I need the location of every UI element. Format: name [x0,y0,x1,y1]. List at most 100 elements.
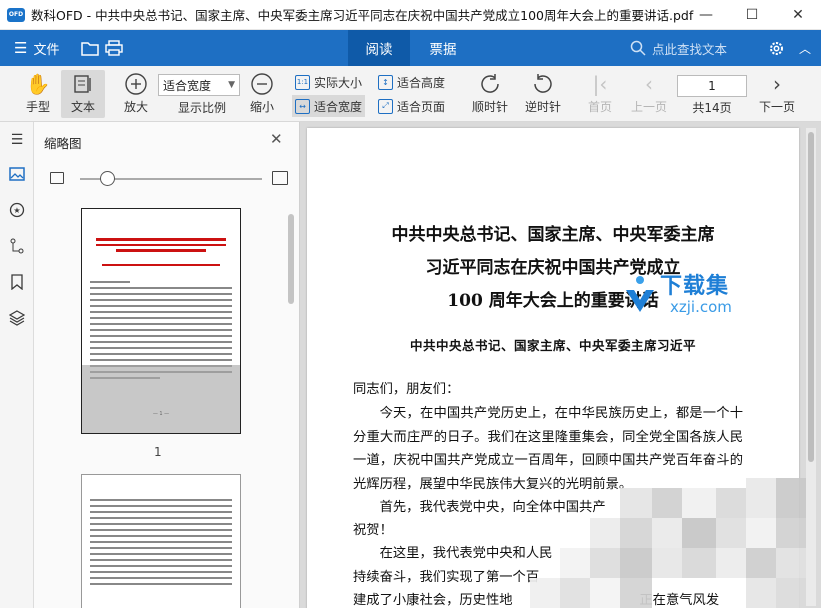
search-icon [630,40,646,56]
fit-height-button[interactable]: ↕ 适合高度 [375,71,448,93]
close-icon[interactable]: ✕ [270,130,283,148]
large-image-icon [272,171,288,185]
mosaic-cell [716,548,746,578]
thumbnail-header: 缩略图 [44,136,82,151]
star-bookmark-icon[interactable]: ★ [7,200,27,220]
prev-page-button[interactable]: ‹ 上一页 [627,70,671,115]
mosaic-cell [682,488,716,518]
mosaic-cell [620,518,652,548]
layers-icon[interactable] [7,308,27,328]
app-logo-icon: OFD [7,7,25,22]
mosaic-cell [590,548,620,578]
thumbnail-page-footer: — 1 — [152,411,170,417]
tree-structure-icon[interactable] [7,236,27,256]
close-button[interactable]: ✕ [775,0,821,30]
print-icon[interactable] [104,38,124,58]
mosaic-cell [620,548,652,578]
fit-page-button[interactable]: ⤢ 适合页面 [375,95,448,117]
thumbnail-icon[interactable] [7,164,27,184]
doc-paragraph: 今天，在中国共产党历史上，在中华民族历史上，都是一个十分重大而庄严的日子。我们在… [353,406,743,492]
side-rail: ☰ ★ [0,122,34,608]
outline-list-icon[interactable]: ☰ [7,130,27,150]
fit-width-button[interactable]: ↔ 适合宽度 [292,95,366,117]
mosaic-cell [776,578,806,608]
thumbnail-page-number: 1 [154,445,162,459]
display-ratio-label: 显示比例 [177,101,226,115]
open-folder-icon[interactable] [80,38,100,58]
hand-tool-button[interactable]: ✋ 手型 [20,70,56,115]
text-tool-button[interactable]: 文本 [61,70,105,118]
mosaic-cell [652,548,682,578]
actual-size-button[interactable]: 1:1 实际大小 [292,71,365,93]
mosaic-cell [776,518,806,548]
maximize-button[interactable]: ☐ [729,0,775,30]
mosaic-cell [620,578,652,608]
text-cursor-icon [68,70,98,98]
rotate-clockwise-button[interactable]: 顺时针 [468,70,512,115]
total-pages-label: 共14页 [692,101,732,115]
mosaic-cell [620,488,652,518]
chevron-down-icon: ▼ [228,80,235,90]
watermark-logo: 下载集 xzji.com [610,268,760,338]
thumbnail-size-slider[interactable] [50,170,290,188]
page-number-input[interactable]: 1 [677,75,747,97]
zoom-out-button[interactable]: 缩小 [244,70,280,115]
mosaic-cell [560,578,590,608]
rotate-cw-icon [475,70,505,98]
thumbnail-panel: 缩略图 ✕ — 1 — 1 [34,122,300,608]
document-scrollbar[interactable] [806,128,816,606]
watermark-domain: xzji.com [670,298,732,316]
collapse-chevron-icon[interactable]: ︿ [795,38,815,58]
document-scrollbar-thumb[interactable] [808,132,814,462]
actual-size-icon: 1:1 [295,74,310,90]
window-title: 数科OFD - 中共中央总书记、国家主席、中央军委主席习近平同志在庆祝中国共产党… [31,8,694,23]
mosaic-cell [682,518,716,548]
slider-handle[interactable] [100,171,116,186]
mosaic-cell [652,518,682,548]
mosaic-cell [590,578,620,608]
svg-text:★: ★ [13,206,20,215]
mosaic-cell [776,548,806,578]
hand-icon: ✋ [25,72,51,96]
tab-invoice[interactable]: 票据 [414,30,472,66]
mosaic-cell [682,548,716,578]
zoom-in-icon [121,70,151,98]
zoom-ratio-select[interactable]: 适合宽度 ▼ [158,74,240,96]
title-bar: OFD 数科OFD - 中共中央总书记、国家主席、中央军委主席习近平同志在庆祝中… [0,0,821,30]
mosaic-cell [746,518,776,548]
chevron-right-icon: › [773,72,781,96]
thumbnail-scrollbar[interactable] [288,214,294,304]
first-page-icon: |‹ [592,72,608,96]
gear-icon[interactable] [766,38,786,58]
file-menu-button[interactable]: ☰ 文件 [14,30,59,66]
mosaic-cell [652,488,682,518]
hamburger-icon: ☰ [14,39,28,57]
mosaic-cell [530,578,560,608]
bookmark-icon[interactable] [7,272,27,292]
thumbnail-page-2[interactable] [81,474,241,608]
watermark-arrow-icon [626,276,654,312]
fit-page-icon: ⤢ [378,98,393,114]
mosaic-cell [716,518,746,548]
tab-read[interactable]: 阅读 [348,30,410,66]
rotate-ccw-icon [528,70,558,98]
thumbnail-page-1[interactable]: — 1 — [81,208,241,434]
zoom-out-icon [247,70,277,98]
mosaic-cell [560,548,590,578]
fit-width-icon: ↔ [295,98,310,114]
rotate-counterclockwise-button[interactable]: 逆时针 [521,70,565,115]
next-page-button[interactable]: › 下一页 [754,70,800,115]
mosaic-cell [746,478,776,518]
mosaic-cell [746,548,776,578]
zoom-in-button[interactable]: 放大 [118,70,154,115]
first-page-button[interactable]: |‹ 首页 [583,70,617,115]
toolbar: ✋ 手型 文本 放大 适合宽度 ▼ 显示比例 缩小 1:1 实际大小 ↕ 适合高… [0,66,821,122]
doc-title-line-1: 中共中央总书记、国家主席、中央军委主席 [391,225,715,245]
watermark-text: 下载集 [660,274,730,299]
small-image-icon [50,172,64,184]
minimize-button[interactable]: — [683,0,729,30]
chevron-left-icon: ‹ [645,72,653,96]
mosaic-cell [746,578,776,608]
doc-paragraph: 同志们，朋友们： [353,382,460,397]
search-input[interactable]: 点此查找文本 [630,30,727,66]
